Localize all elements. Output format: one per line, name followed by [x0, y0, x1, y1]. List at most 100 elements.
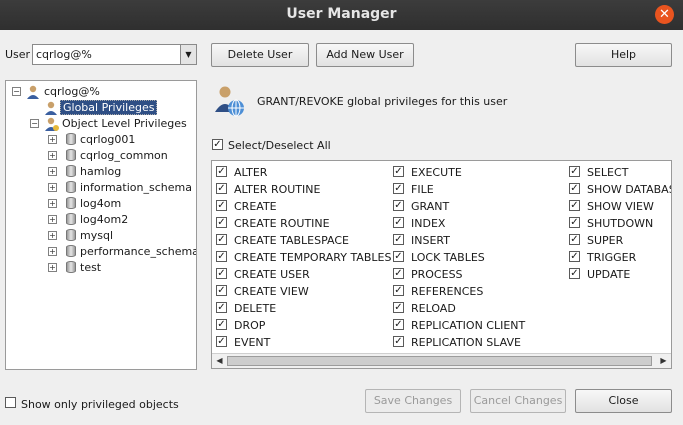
expand-icon[interactable]: +: [48, 151, 57, 160]
privilege-label: REFERENCES: [411, 285, 484, 298]
privilege-checkbox[interactable]: ✓: [216, 217, 227, 228]
privilege-checkbox[interactable]: ✓: [393, 217, 404, 228]
privilege-checkbox[interactable]: ✓: [569, 183, 580, 194]
privilege-checkbox[interactable]: ✓: [216, 166, 227, 177]
privilege-label: ALTER ROUTINE: [234, 183, 321, 196]
cancel-changes-button[interactable]: Cancel Changes: [470, 389, 566, 413]
privilege-checkbox[interactable]: ✓: [393, 183, 404, 194]
privilege-label: CREATE TABLESPACE: [234, 234, 350, 247]
expand-icon[interactable]: +: [48, 183, 57, 192]
tree-database-label: hamlog: [80, 165, 122, 178]
privilege-checkbox[interactable]: ✓: [393, 285, 404, 296]
privilege-label: INSERT: [411, 234, 450, 247]
privilege-checkbox[interactable]: ✓: [569, 268, 580, 279]
save-changes-button[interactable]: Save Changes: [365, 389, 461, 413]
privilege-checkbox[interactable]: ✓: [393, 336, 404, 347]
horizontal-scrollbar[interactable]: ◀ ▶: [212, 353, 671, 368]
title-bar: User Manager ✕: [0, 0, 683, 30]
tree-node-database[interactable]: + information_schema: [6, 180, 196, 196]
tree-node-database[interactable]: + mysql: [6, 228, 196, 244]
privilege-checkbox[interactable]: ✓: [393, 268, 404, 279]
tree-node-database[interactable]: + cqrlog001: [6, 132, 196, 148]
collapse-icon[interactable]: −: [12, 87, 21, 96]
collapse-icon[interactable]: −: [30, 119, 39, 128]
tree-node-database[interactable]: + cqrlog_common: [6, 148, 196, 164]
close-button[interactable]: Close: [575, 389, 672, 413]
tree-node-database[interactable]: + test: [6, 260, 196, 276]
privilege-label: GRANT: [411, 200, 450, 213]
scroll-left-icon[interactable]: ◀: [213, 355, 226, 367]
privilege-label: LOCK TABLES: [411, 251, 485, 264]
privilege-checkbox[interactable]: ✓: [569, 251, 580, 262]
privilege-checkbox[interactable]: ✓: [393, 251, 404, 262]
tree-node-database[interactable]: + performance_schema: [6, 244, 196, 260]
privilege-checkbox[interactable]: ✓: [216, 336, 227, 347]
help-button[interactable]: Help: [575, 43, 672, 67]
privilege-checkbox[interactable]: ✓: [393, 234, 404, 245]
privilege-checkbox[interactable]: ✓: [393, 319, 404, 330]
privilege-label: ALTER: [234, 166, 268, 179]
privilege-label: REPLICATION SLAVE: [411, 336, 521, 349]
tree-database-label: information_schema: [80, 181, 192, 194]
privilege-checkbox[interactable]: ✓: [216, 251, 227, 262]
scroll-right-icon[interactable]: ▶: [657, 355, 670, 367]
show-only-privileged-label: Show only privileged objects: [21, 398, 179, 411]
tree-database-label: log4om2: [80, 213, 129, 226]
expand-icon[interactable]: +: [48, 263, 57, 272]
database-icon: [66, 181, 76, 193]
tree-node-database[interactable]: + log4om: [6, 196, 196, 212]
privilege-label: EXECUTE: [411, 166, 462, 179]
tree-database-label: performance_schema: [80, 245, 197, 258]
user-label: User: [5, 48, 31, 61]
privilege-checkbox[interactable]: ✓: [569, 217, 580, 228]
scrollbar-thumb[interactable]: [227, 356, 652, 366]
close-icon[interactable]: ✕: [655, 5, 674, 24]
privilege-checkbox[interactable]: ✓: [216, 183, 227, 194]
expand-icon[interactable]: +: [48, 135, 57, 144]
database-icon: [66, 133, 76, 145]
select-all-checkbox[interactable]: ✓: [212, 139, 223, 150]
privilege-checkbox[interactable]: ✓: [393, 166, 404, 177]
privilege-checkbox[interactable]: ✓: [393, 200, 404, 211]
privilege-checkbox[interactable]: ✓: [216, 302, 227, 313]
user-select[interactable]: cqrlog@% ▼: [32, 44, 197, 65]
privilege-checkbox[interactable]: ✓: [216, 268, 227, 279]
privilege-checkbox[interactable]: ✓: [216, 234, 227, 245]
privilege-checkbox[interactable]: ✓: [569, 234, 580, 245]
privilege-label: RELOAD: [411, 302, 456, 315]
privilege-checkbox[interactable]: ✓: [393, 302, 404, 313]
privilege-label: DROP: [234, 319, 266, 332]
delete-user-button[interactable]: Delete User: [211, 43, 309, 67]
tree-database-label: mysql: [80, 229, 113, 242]
expand-icon[interactable]: +: [48, 199, 57, 208]
expand-icon[interactable]: +: [48, 167, 57, 176]
privilege-checkbox[interactable]: ✓: [216, 319, 227, 330]
add-new-user-button[interactable]: Add New User: [316, 43, 414, 67]
tree-database-label: log4om: [80, 197, 122, 210]
user-icon: [27, 85, 39, 99]
privilege-label: FILE: [411, 183, 434, 196]
database-icon: [66, 261, 76, 273]
privilege-checkbox[interactable]: ✓: [569, 166, 580, 177]
tree-node-object-level[interactable]: − Object Level Privileges: [6, 116, 196, 132]
privilege-label: SUPER: [587, 234, 624, 247]
expand-icon[interactable]: +: [48, 247, 57, 256]
privilege-checkbox[interactable]: ✓: [216, 200, 227, 211]
privilege-label: CREATE: [234, 200, 277, 213]
privilege-tree[interactable]: − cqrlog@% Global Privileges − Object Le…: [5, 80, 197, 370]
privilege-checkbox[interactable]: ✓: [569, 200, 580, 211]
privilege-label: UPDATE: [587, 268, 631, 281]
tree-node-global[interactable]: Global Privileges: [6, 100, 196, 116]
show-only-privileged-checkbox[interactable]: [5, 397, 16, 408]
privilege-checkbox[interactable]: ✓: [216, 285, 227, 296]
tree-node-root[interactable]: − cqrlog@%: [6, 84, 196, 100]
expand-icon[interactable]: +: [48, 215, 57, 224]
privilege-label: SHUTDOWN: [587, 217, 654, 230]
chevron-down-icon[interactable]: ▼: [180, 45, 196, 64]
tree-node-database[interactable]: + hamlog: [6, 164, 196, 180]
expand-icon[interactable]: +: [48, 231, 57, 240]
database-icon: [66, 213, 76, 225]
privilege-label: REPLICATION CLIENT: [411, 319, 526, 332]
tree-database-label: test: [80, 261, 102, 274]
tree-node-database[interactable]: + log4om2: [6, 212, 196, 228]
